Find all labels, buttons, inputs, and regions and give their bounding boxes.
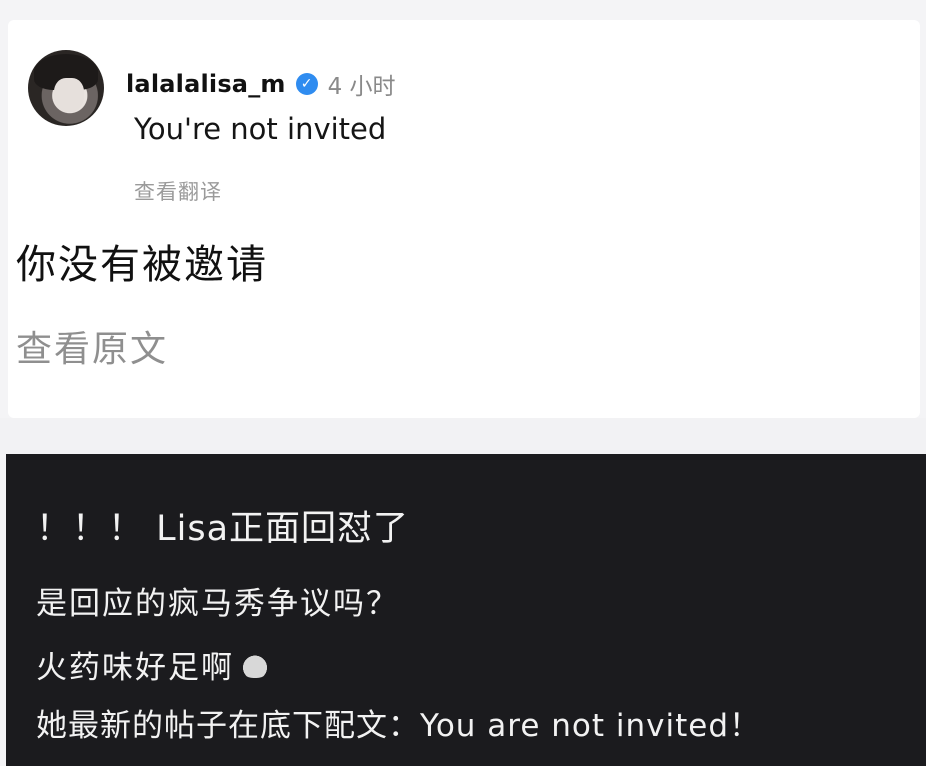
verified-badge-icon: ✓ xyxy=(295,73,318,95)
caption-line: ！！！ Lisa正面回怼了 xyxy=(36,509,410,549)
sweat-emoji-icon xyxy=(240,651,270,678)
caption-line: 是回应的疯马秀争议吗？ xyxy=(36,586,399,622)
screenshot-page: lalalalisa_m ✓ 4 小时 You're not invited 查… xyxy=(0,0,926,766)
timestamp: 4 小时 xyxy=(327,74,396,100)
comment-text: You're not invited xyxy=(134,112,387,146)
avatar-face xyxy=(54,78,84,112)
avatar[interactable] xyxy=(28,50,104,126)
translated-text: 你没有被邀请 xyxy=(16,242,268,288)
caption-line-with-emoji: 火药味好足啊 xyxy=(36,642,270,687)
see-translation-link[interactable]: 查看翻译 xyxy=(134,176,222,206)
comment-header: lalalalisa_m ✓ 4 小时 xyxy=(126,68,396,100)
see-original-link[interactable]: 查看原文 xyxy=(16,320,168,372)
username[interactable]: lalalalisa_m xyxy=(126,70,286,98)
caption-line: 她最新的帖子在底下配文：You are not invited！ xyxy=(36,708,762,744)
caption-line: 火药味好足啊 xyxy=(36,650,234,686)
section-divider xyxy=(0,418,926,454)
